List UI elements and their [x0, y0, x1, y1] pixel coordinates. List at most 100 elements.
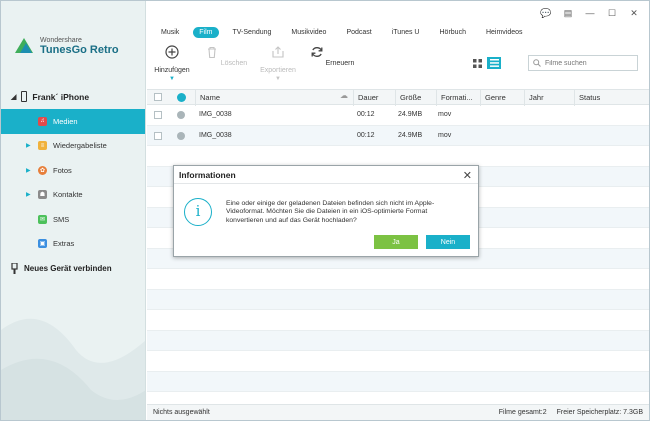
maximize-icon[interactable]: ☐: [605, 7, 619, 19]
empty-row: [147, 310, 649, 331]
sidebar-item-medien[interactable]: ♫ Medien: [1, 109, 145, 134]
search-icon: [533, 59, 541, 67]
tab-hoerbuch[interactable]: Hörbuch: [434, 27, 472, 38]
add-icon: [165, 45, 179, 59]
total-count: Filme gesamt:2: [498, 409, 547, 416]
column-format[interactable]: Formati...: [436, 90, 479, 106]
expand-arrow-icon[interactable]: ▶: [26, 191, 31, 198]
view-toggle: [470, 57, 501, 69]
tab-podcast[interactable]: Podcast: [340, 27, 377, 38]
tab-film[interactable]: Film: [193, 26, 219, 38]
delete-label: Löschen: [220, 60, 248, 67]
sidebar-nav: ♫ Medien ▶ ≡ Wiedergabeliste ▶ ✿ Fotos ▶…: [1, 109, 145, 257]
sidebar-item-sms[interactable]: ✉ SMS: [1, 207, 145, 232]
dialog-close-icon[interactable]: ✕: [463, 169, 472, 182]
usb-plug-icon: [11, 263, 18, 274]
window-controls: 💬 ▤ — ☐ ✕: [539, 7, 641, 19]
table-row[interactable]: IMG_0038 00:12 24.9MB mov: [147, 105, 649, 126]
toolbar: Hinzufügen ▼ Löschen Exportieren ▼ Erneu…: [147, 45, 649, 87]
cell-format: mov: [438, 111, 452, 118]
sidebar-item-extras[interactable]: ▣ Extras: [1, 232, 145, 257]
tab-itunes-u[interactable]: iTunes U: [386, 27, 426, 38]
photos-icon: ✿: [38, 165, 47, 175]
empty-row: [147, 330, 649, 351]
free-space: Freier Speicherplatz: 7.3GB: [556, 409, 643, 416]
delete-button[interactable]: Löschen: [201, 45, 251, 67]
cell-format: mov: [438, 131, 452, 139]
tab-musikvideo[interactable]: Musikvideo: [285, 27, 332, 38]
dialog-buttons: Ja Nein: [374, 235, 470, 249]
sidebar-item-label: Medien: [53, 116, 78, 126]
sidebar-item-label: Fotos: [53, 165, 72, 175]
no-button[interactable]: Nein: [426, 235, 470, 249]
tab-heimvideos[interactable]: Heimvideos: [480, 27, 529, 38]
tunesgo-logo-icon: [15, 38, 33, 53]
column-size[interactable]: Größe: [395, 90, 435, 106]
search-input[interactable]: [545, 59, 630, 67]
connect-new-device[interactable]: Neues Gerät verbinden: [11, 263, 112, 274]
tab-tv-sendung[interactable]: TV-Sendung: [227, 27, 278, 38]
tab-musik[interactable]: Musik: [155, 27, 185, 38]
brand-name: Wondershare: [40, 36, 82, 44]
cloud-icon: ☁: [340, 91, 348, 100]
trash-icon: [207, 46, 216, 59]
collapse-triangle-icon[interactable]: ◢: [11, 93, 16, 101]
refresh-label: Erneuern: [325, 60, 355, 67]
export-button[interactable]: Exportieren ▼: [253, 45, 303, 82]
music-icon: ♫: [38, 116, 47, 126]
list-view-icon[interactable]: [487, 57, 501, 69]
column-status[interactable]: Status: [574, 90, 649, 106]
close-icon[interactable]: ✕: [627, 7, 641, 19]
expand-arrow-icon[interactable]: ▶: [26, 167, 31, 174]
empty-row: [147, 289, 649, 310]
yes-button[interactable]: Ja: [374, 235, 418, 249]
sidebar: Wondershare TunesGo Retro ◢ Frank´ iPhon…: [1, 1, 146, 420]
expand-arrow-icon[interactable]: ▶: [26, 142, 31, 149]
empty-row: [147, 351, 649, 372]
refresh-icon: [311, 47, 323, 57]
column-genre[interactable]: Genre: [480, 90, 524, 106]
row-checkbox[interactable]: [154, 111, 162, 119]
video-disc-icon: [177, 111, 185, 119]
sidebar-item-fotos[interactable]: ▶ ✿ Fotos: [1, 158, 145, 183]
dropdown-caret-icon[interactable]: ▼: [253, 76, 303, 82]
decorative-mountain-background: [1, 318, 145, 420]
select-all-checkbox[interactable]: [154, 93, 162, 101]
dialog-title: Informationen: [174, 166, 478, 184]
status-bar: Nichts ausgewählt Filme gesamt:2 Freier …: [147, 404, 649, 420]
media-tabs: Musik Film TV-Sendung Musikvideo Podcast…: [147, 23, 649, 41]
sidebar-item-label: Extras: [53, 239, 75, 249]
refresh-button[interactable]: Erneuern: [307, 45, 357, 67]
dialog-message: Eine oder einige der geladenen Dateien b…: [226, 200, 435, 224]
row-checkbox[interactable]: [154, 131, 162, 140]
sms-icon: ✉: [38, 214, 47, 224]
cell-name: IMG_0038: [199, 111, 232, 118]
app-logo: Wondershare TunesGo Retro: [13, 35, 119, 57]
minimize-icon[interactable]: —: [583, 7, 597, 19]
app-window: Wondershare TunesGo Retro ◢ Frank´ iPhon…: [0, 0, 650, 421]
connect-label: Neues Gerät verbinden: [24, 264, 112, 273]
sidebar-item-label: Wiedergabeliste: [53, 141, 107, 151]
cell-duration: 00:12: [357, 131, 375, 139]
product-name: TunesGo Retro: [40, 43, 119, 56]
sidebar-item-kontakte[interactable]: ▶ ☗ Kontakte: [1, 183, 145, 208]
iphone-icon: [21, 91, 28, 102]
add-button[interactable]: Hinzufügen ▼: [147, 45, 197, 82]
device-header[interactable]: ◢ Frank´ iPhone: [11, 91, 89, 102]
table-row[interactable]: IMG_0038 00:12 24.9MB mov: [147, 125, 649, 146]
column-name[interactable]: Name: [195, 90, 339, 106]
feedback-icon[interactable]: 💬: [539, 7, 553, 19]
export-label: Exportieren: [260, 67, 296, 74]
sidebar-item-label: SMS: [53, 214, 70, 224]
settings-icon[interactable]: ▤: [561, 7, 575, 19]
grid-view-icon[interactable]: [470, 57, 484, 69]
export-icon: [272, 46, 284, 58]
info-icon: i: [184, 198, 212, 226]
selection-status: Nichts ausgewählt: [153, 409, 210, 416]
column-year[interactable]: Jahr: [524, 90, 573, 106]
device-name: Frank´ iPhone: [32, 91, 90, 102]
column-duration[interactable]: Dauer: [353, 90, 393, 106]
dropdown-caret-icon[interactable]: ▼: [147, 76, 197, 82]
empty-row: [147, 371, 649, 392]
sidebar-item-wiedergabeliste[interactable]: ▶ ≡ Wiedergabeliste: [1, 134, 145, 159]
